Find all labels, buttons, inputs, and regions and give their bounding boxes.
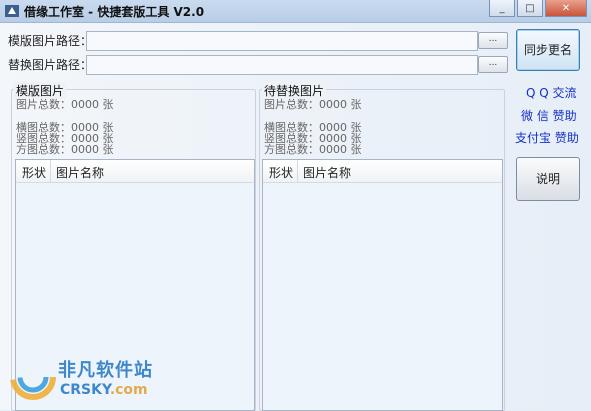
close-icon[interactable]: ✕ (545, 0, 587, 17)
template-group-title: 模版图片 (14, 82, 67, 99)
watermark-cn-text: 非凡软件站 (58, 360, 153, 381)
replace-group-title: 待替换图片 (262, 82, 327, 99)
crsky-watermark: 非凡软件站 CRSKY.com (8, 350, 168, 410)
maximize-icon[interactable]: □ (517, 0, 543, 17)
template-col-shape[interactable]: 形状 (22, 164, 46, 181)
replace-browse-button[interactable]: ... (478, 56, 508, 73)
template-col-name[interactable]: 图片名称 (56, 164, 104, 181)
template-square-count: 方图总数：0000 张 (16, 143, 114, 156)
sync-rename-button[interactable]: 同步更名 (516, 29, 580, 71)
replace-path-label: 替换图片路径： (8, 58, 93, 72)
replace-path-input[interactable] (86, 55, 478, 75)
replace-col-shape[interactable]: 形状 (269, 164, 293, 181)
crsky-logo-icon (10, 354, 56, 400)
app-icon (5, 5, 19, 17)
template-path-input[interactable] (86, 31, 478, 51)
replace-total-count: 图片总数：0000 张 (264, 98, 362, 111)
template-total-count: 图片总数：0000 张 (16, 98, 114, 111)
wechat-donate-link[interactable]: 微 信 赞助 (521, 107, 577, 124)
template-path-label: 模版图片路径： (8, 34, 93, 48)
template-list-header: 形状 图片名称 (16, 160, 254, 183)
alipay-donate-link[interactable]: 支付宝 赞助 (515, 129, 579, 146)
minimize-icon[interactable]: _ (489, 0, 515, 17)
title-bar: 借缘工作室 - 快捷套版工具 V2.0 _ □ ✕ (0, 0, 591, 23)
window-title: 借缘工作室 - 快捷套版工具 V2.0 (24, 5, 205, 19)
replace-list-header: 形状 图片名称 (263, 160, 502, 183)
replace-col-name[interactable]: 图片名称 (303, 164, 351, 181)
window-controls: _ □ ✕ (489, 0, 587, 17)
template-browse-button[interactable]: ... (478, 32, 508, 49)
replace-square-count: 方图总数：0000 张 (264, 143, 362, 156)
qq-link[interactable]: Q Q 交流 (526, 84, 577, 101)
watermark-en-text: CRSKY.com (60, 382, 148, 398)
help-button[interactable]: 说明 (516, 157, 580, 201)
replace-image-list[interactable]: 形状 图片名称 (262, 159, 503, 411)
